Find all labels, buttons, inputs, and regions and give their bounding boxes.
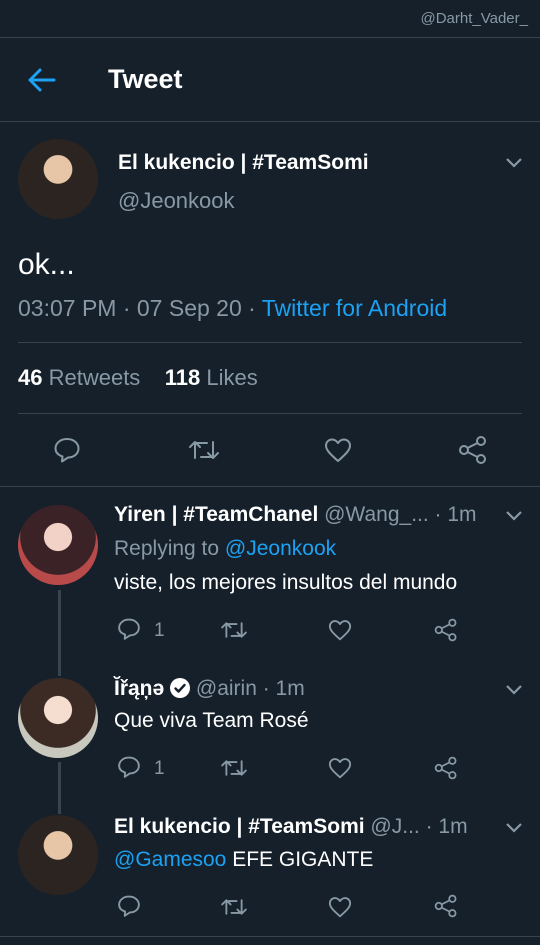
- reply-author-name[interactable]: Ĭřąņə: [114, 677, 164, 700]
- reply-author-name[interactable]: Yiren | #TeamChanel: [114, 503, 318, 526]
- reply-text: viste, los mejores insultos del mundo: [114, 571, 458, 594]
- avatar[interactable]: [18, 815, 98, 895]
- back-arrow-icon[interactable]: [26, 66, 58, 94]
- chevron-down-icon[interactable]: [505, 821, 523, 833]
- replying-label: Replying to: [114, 537, 225, 560]
- tweet-text: ok...: [18, 248, 75, 281]
- divider: [0, 936, 540, 937]
- reply-text-body: EFE GIGANTE: [226, 848, 374, 871]
- thread-line: [58, 590, 61, 676]
- reply-header: Yiren | #TeamChanel @Wang_... · 1m: [114, 503, 477, 527]
- reply-header: El kukencio | #TeamSomi @J... · 1m: [114, 815, 468, 839]
- retweet-icon[interactable]: [219, 896, 249, 918]
- retweets-count: 46: [18, 365, 43, 390]
- share-icon[interactable]: [434, 618, 458, 642]
- page-title: Tweet: [108, 64, 183, 94]
- header-bar: Tweet: [0, 38, 540, 122]
- reply-count: 1: [154, 620, 165, 641]
- reply-handle-time: @Wang_... · 1m: [318, 503, 477, 526]
- reply-text: @Gamesoo EFE GIGANTE: [114, 848, 373, 872]
- share-icon[interactable]: [458, 435, 488, 465]
- reply-text: Que viva Team Rosé: [114, 709, 309, 732]
- mention-link[interactable]: @Gamesoo: [114, 848, 226, 871]
- reply-icon[interactable]: [117, 617, 141, 641]
- avatar[interactable]: [18, 505, 98, 585]
- reply-header: Ĭřąņə @airin · 1m: [114, 677, 305, 701]
- share-icon[interactable]: [434, 756, 458, 780]
- chevron-down-icon[interactable]: [505, 509, 523, 521]
- tweet-meta: 03:07 PM · 07 Sep 20 · Twitter for Andro…: [18, 295, 447, 322]
- like-icon[interactable]: [328, 619, 352, 641]
- reply-handle-time: @airin · 1m: [190, 677, 305, 700]
- divider: [18, 413, 522, 414]
- chevron-down-icon[interactable]: [505, 156, 523, 168]
- reply-icon[interactable]: [117, 755, 141, 779]
- reply-icon[interactable]: [53, 436, 81, 464]
- likes-stat[interactable]: 118 Likes: [165, 365, 258, 390]
- tweet-timestamp: 03:07 PM · 07 Sep 20 ·: [18, 295, 262, 321]
- replying-to-link[interactable]: @Jeonkook: [225, 537, 336, 560]
- share-icon[interactable]: [434, 894, 458, 918]
- author-name[interactable]: El kukencio | #TeamSomi: [118, 151, 369, 175]
- reply-handle-time: @J... · 1m: [364, 815, 468, 838]
- retweet-icon[interactable]: [219, 619, 249, 641]
- like-icon[interactable]: [324, 437, 352, 463]
- verified-icon: [170, 678, 191, 698]
- divider: [18, 342, 522, 343]
- retweet-icon[interactable]: [219, 757, 249, 779]
- tweet-stats: 46 Retweets 118 Likes: [18, 365, 258, 391]
- divider: [0, 486, 540, 487]
- retweets-label: Retweets: [42, 365, 141, 390]
- reply-icon[interactable]: [117, 894, 141, 918]
- watermark: @Darht_Vader_: [420, 10, 528, 27]
- like-icon[interactable]: [328, 896, 352, 918]
- author-handle[interactable]: @Jeonkook: [118, 188, 235, 214]
- tweet-source-link[interactable]: Twitter for Android: [262, 295, 447, 321]
- likes-label: Likes: [200, 365, 258, 390]
- replying-to: Replying to @Jeonkook: [114, 537, 336, 561]
- likes-count: 118: [164, 365, 201, 390]
- thread-line: [58, 762, 61, 814]
- reply-author-name[interactable]: El kukencio | #TeamSomi: [114, 815, 365, 838]
- chevron-down-icon[interactable]: [505, 683, 523, 695]
- avatar[interactable]: [18, 678, 98, 758]
- like-icon[interactable]: [328, 757, 352, 779]
- retweet-icon[interactable]: [187, 437, 221, 463]
- reply-count: 1: [154, 758, 165, 779]
- avatar[interactable]: [18, 139, 98, 219]
- retweets-stat[interactable]: 46 Retweets: [18, 365, 140, 390]
